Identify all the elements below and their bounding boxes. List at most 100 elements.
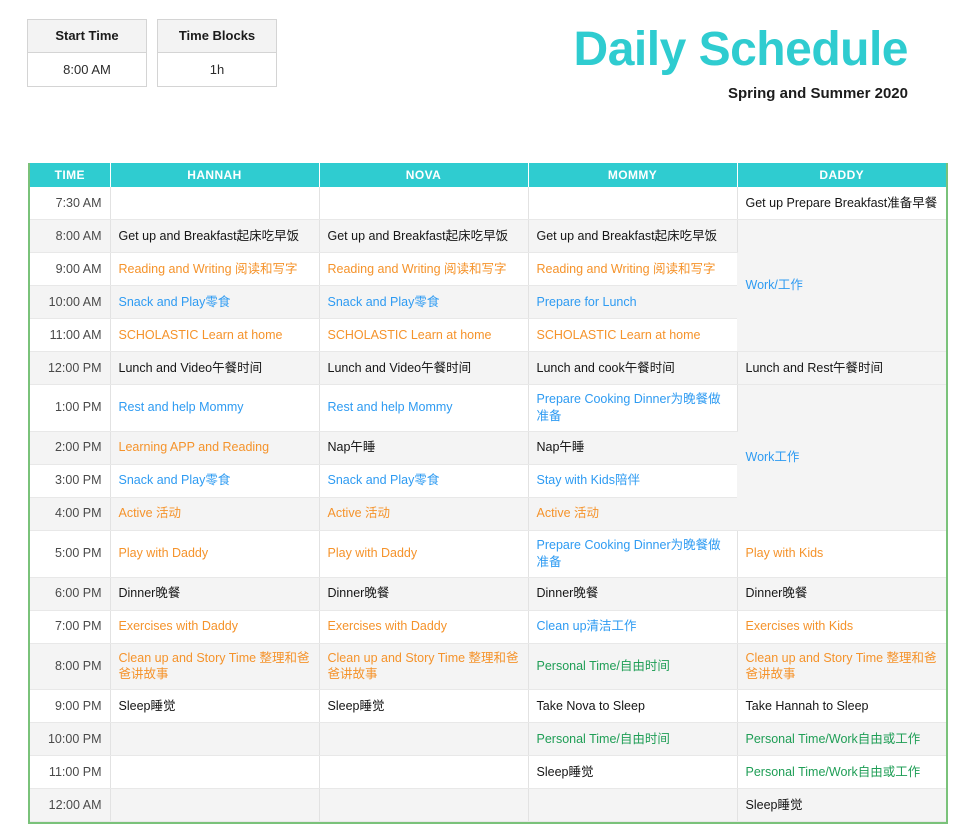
- table-row: 8:00 PM Clean up and Story Time 整理和爸爸讲故事 C…: [30, 643, 946, 691]
- cell-mommy[interactable]: Active 活动: [528, 497, 737, 531]
- cell-mommy[interactable]: Nap午睡: [528, 431, 737, 465]
- cell-nova[interactable]: Rest and help Mommy: [319, 384, 529, 432]
- schedule-table-container: TIME HANNAH NOVA MOMMY DADDY 7:30 AM Get up P…: [28, 163, 948, 824]
- cell-mommy[interactable]: Prepare for Lunch: [528, 285, 737, 319]
- cell-hannah[interactable]: Lunch and Video午餐时间: [110, 351, 320, 385]
- cell-hannah[interactable]: SCHOLASTIC Learn at home: [110, 318, 320, 352]
- cell-hannah[interactable]: [110, 187, 320, 220]
- cell-daddy[interactable]: Personal Time/Work自由或工作: [737, 755, 946, 790]
- cell-nova[interactable]: Snack and Play零食: [319, 464, 529, 498]
- time-cell: 11:00 PM: [30, 755, 111, 790]
- time-cell: 9:00 PM: [30, 689, 111, 724]
- time-blocks-label: Time Blocks: [158, 20, 276, 53]
- time-cell: 12:00 PM: [30, 351, 111, 385]
- cell-nova[interactable]: Play with Daddy: [319, 530, 529, 578]
- cell-nova[interactable]: Clean up and Story Time 整理和爸爸讲故事: [319, 643, 529, 691]
- cell-mommy[interactable]: Lunch and cook午餐时间: [528, 351, 738, 385]
- cell-mommy[interactable]: [528, 187, 738, 220]
- cell-mommy[interactable]: Personal Time/自由时间: [528, 643, 738, 691]
- cell-mommy[interactable]: Get up and Breakfast起床吃早饭: [528, 219, 738, 253]
- cell-mommy[interactable]: Sleep睡觉: [528, 755, 738, 790]
- table-row: 6:00 PM Dinner晚餐 Dinner晚餐 Dinner晚餐 Dinner晚餐: [30, 577, 946, 611]
- cell-hannah[interactable]: Learning APP and Reading: [110, 431, 320, 465]
- cell-mommy[interactable]: SCHOLASTIC Learn at home: [528, 318, 737, 352]
- cell-mommy[interactable]: Prepare Cooking Dinner为晚餐做准备: [528, 530, 738, 578]
- cell-nova[interactable]: Exercises with Daddy: [319, 610, 529, 644]
- time-cell: 10:00 AM: [30, 285, 111, 319]
- start-time-label: Start Time: [28, 20, 146, 53]
- cell-nova[interactable]: [319, 187, 529, 220]
- cell-daddy[interactable]: Work/工作: [737, 219, 946, 352]
- start-time-setting[interactable]: Start Time 8:00 AM: [27, 19, 147, 87]
- time-cell: 5:00 PM: [30, 530, 111, 578]
- cell-nova[interactable]: Snack and Play零食: [319, 285, 529, 319]
- cell-nova[interactable]: Sleep睡觉: [319, 689, 529, 724]
- page-title: Daily Schedule: [573, 23, 909, 76]
- cell-nova[interactable]: Active 活动: [319, 497, 529, 531]
- cell-hannah[interactable]: Exercises with Daddy: [110, 610, 320, 644]
- cell-hannah[interactable]: Active 活动: [110, 497, 320, 531]
- cell-mommy[interactable]: Stay with Kids陪伴: [528, 464, 737, 498]
- cell-daddy[interactable]: Personal Time/Work自由或工作: [737, 722, 946, 757]
- cell-hannah[interactable]: Reading and Writing 阅读和写字: [110, 252, 320, 286]
- time-cell: 2:00 PM: [30, 431, 111, 465]
- cell-daddy[interactable]: Dinner晚餐: [737, 577, 946, 611]
- table-row: 10:00 PM Personal Time/自由时间 Personal Time/…: [30, 722, 946, 757]
- time-cell: 10:00 PM: [30, 722, 111, 757]
- page-subtitle: Spring and Summer 2020: [727, 85, 908, 103]
- table-row: 7:00 PM Exercises with Daddy Exercises wit…: [30, 610, 946, 644]
- column-header-mommy[interactable]: MOMMY: [528, 163, 738, 187]
- cell-nova[interactable]: Get up and Breakfast起床吃早饭: [319, 219, 529, 253]
- cell-hannah[interactable]: Snack and Play零食: [110, 464, 320, 498]
- cell-mommy[interactable]: Reading and Writing 阅读和写字: [528, 252, 737, 286]
- schedule-table: TIME HANNAH NOVA MOMMY DADDY 7:30 AM Get up P…: [30, 163, 946, 823]
- time-blocks-value[interactable]: 1h: [158, 53, 276, 86]
- column-header-daddy[interactable]: DADDY: [737, 163, 946, 187]
- table-row: 9:00 PM Sleep睡觉 Sleep睡觉 Take Nova to Sleep T…: [30, 689, 946, 724]
- time-cell: 11:00 AM: [30, 318, 111, 352]
- cell-hannah[interactable]: Get up and Breakfast起床吃早饭: [110, 219, 320, 253]
- cell-mommy[interactable]: Personal Time/自由时间: [528, 722, 738, 757]
- cell-daddy[interactable]: Play with Kids: [737, 530, 946, 578]
- cell-hannah[interactable]: Rest and help Mommy: [110, 384, 320, 432]
- cell-nova[interactable]: [319, 722, 529, 757]
- cell-nova[interactable]: Lunch and Video午餐时间: [319, 351, 529, 385]
- time-cell: 3:00 PM: [30, 464, 111, 498]
- cell-nova[interactable]: Reading and Writing 阅读和写字: [319, 252, 529, 286]
- time-cell: 8:00 AM: [30, 219, 111, 253]
- time-cell: 4:00 PM: [30, 497, 111, 531]
- cell-hannah[interactable]: [110, 755, 320, 790]
- cell-hannah[interactable]: Sleep睡觉: [110, 689, 320, 724]
- cell-hannah[interactable]: Dinner晚餐: [110, 577, 320, 611]
- cell-hannah[interactable]: Play with Daddy: [110, 530, 320, 578]
- time-cell: 1:00 PM: [30, 384, 111, 432]
- table-row: 8:00 AM Get up and Breakfast起床吃早饭 Get up a…: [30, 219, 946, 352]
- title-block: Daily Schedule Spring and Summer 2020: [573, 23, 909, 103]
- top-toolbar-area: Start Time 8:00 AM Time Blocks 1h Daily …: [0, 0, 970, 150]
- cell-nova[interactable]: [319, 755, 529, 790]
- schedule-settings: Start Time 8:00 AM Time Blocks 1h: [27, 19, 277, 87]
- cell-mommy[interactable]: Prepare Cooking Dinner为晚餐做准备: [528, 384, 738, 432]
- time-blocks-setting[interactable]: Time Blocks 1h: [157, 19, 277, 87]
- cell-mommy[interactable]: Dinner晚餐: [528, 577, 738, 611]
- cell-daddy[interactable]: Work工作: [737, 384, 946, 531]
- cell-nova[interactable]: Nap午睡: [319, 431, 529, 465]
- cell-mommy[interactable]: Take Nova to Sleep: [528, 689, 738, 724]
- start-time-value[interactable]: 8:00 AM: [28, 53, 146, 86]
- column-header-hannah[interactable]: HANNAH: [110, 163, 320, 187]
- cell-mommy[interactable]: Clean up清洁工作: [528, 610, 738, 644]
- column-header-nova[interactable]: NOVA: [319, 163, 529, 187]
- cell-daddy[interactable]: Get up Prepare Breakfast准备早餐: [737, 187, 946, 220]
- table-row: 7:30 AM Get up Prepare Breakfast准备早餐: [30, 187, 946, 220]
- cell-nova[interactable]: SCHOLASTIC Learn at home: [319, 318, 529, 352]
- cell-nova[interactable]: Dinner晚餐: [319, 577, 529, 611]
- column-header-time[interactable]: TIME: [30, 163, 111, 187]
- cell-hannah[interactable]: [110, 722, 320, 757]
- cell-hannah[interactable]: Snack and Play零食: [110, 285, 320, 319]
- cell-daddy[interactable]: Clean up and Story Time 整理和爸爸讲故事: [737, 643, 946, 691]
- cell-daddy[interactable]: Take Hannah to Sleep: [737, 689, 946, 724]
- cell-daddy[interactable]: Exercises with Kids: [737, 610, 946, 644]
- cell-hannah[interactable]: Clean up and Story Time 整理和爸爸讲故事: [110, 643, 320, 691]
- cell-daddy[interactable]: Lunch and Rest午餐时间: [737, 351, 946, 385]
- time-cell: 7:00 PM: [30, 610, 111, 644]
